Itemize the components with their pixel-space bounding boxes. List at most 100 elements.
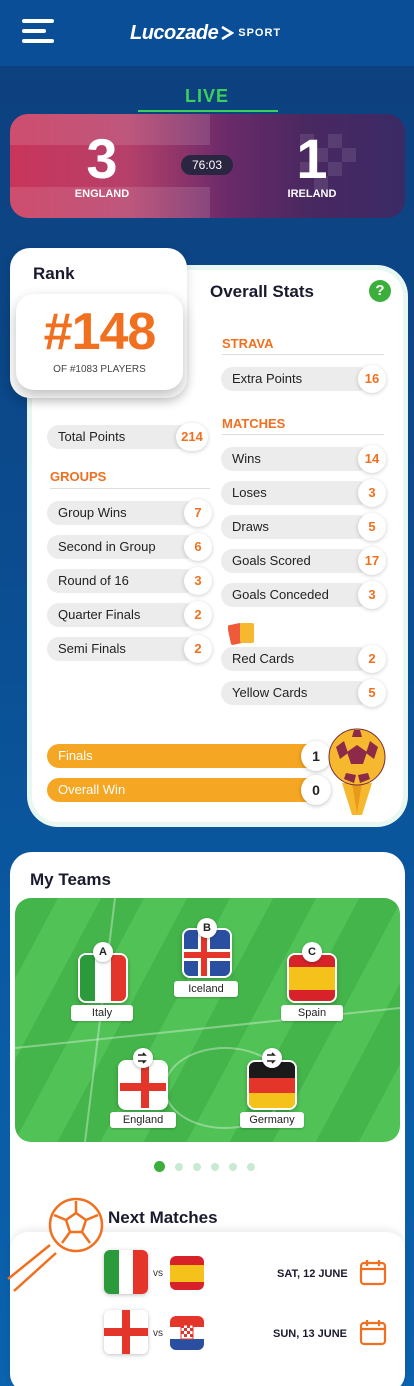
logo-sub: SPORT [238, 27, 282, 39]
kicking-ball-icon [7, 1197, 104, 1292]
stat-label: Finals [58, 748, 93, 763]
match-clock: 76:03 [181, 155, 233, 175]
stat-value: 2 [358, 645, 386, 673]
my-teams-title: My Teams [30, 870, 111, 889]
page-dot[interactable] [247, 1162, 255, 1171]
vs-label: vs [153, 1268, 163, 1279]
menu-icon[interactable] [22, 16, 54, 46]
page-dot[interactable] [175, 1162, 183, 1171]
swap-icon[interactable] [133, 1048, 153, 1068]
page-dot[interactable] [193, 1162, 201, 1171]
stat-label: Yellow Cards [232, 685, 308, 700]
stat-label: Goals Scored [232, 553, 311, 568]
total-points-value: 214 [176, 423, 208, 451]
stat-label: Wins [232, 451, 261, 466]
app-logo: Lucozade SPORT [130, 20, 281, 46]
stat-row: Goals Scored [221, 549, 371, 573]
finals-row: Finals [47, 744, 321, 768]
stat-row: Semi Finals [47, 637, 197, 661]
match-date: SUN, 13 JUNE [273, 1328, 347, 1340]
stat-label: Group Wins [58, 505, 127, 520]
away-team-name: IRELAND [287, 188, 337, 200]
stat-row: Quarter Finals [47, 603, 197, 627]
stat-label: Loses [232, 485, 267, 500]
calendar-icon[interactable] [359, 1258, 387, 1286]
total-points-row: Total Points [47, 425, 193, 449]
live-underline [138, 110, 278, 112]
stat-row: Yellow Cards [221, 681, 371, 705]
stat-row: Loses [221, 481, 371, 505]
stat-label: Draws [232, 519, 269, 534]
stat-value: 6 [184, 533, 212, 561]
match-away-flag-spain [170, 1256, 204, 1290]
stat-label: Extra Points [232, 371, 303, 386]
divider [50, 488, 210, 489]
team-label: Iceland [174, 981, 238, 997]
calendar-icon[interactable] [359, 1318, 387, 1346]
next-matches-title: Next Matches [108, 1208, 218, 1227]
group-letter-badge: A [93, 942, 113, 962]
logo-main: Lucozade [130, 21, 219, 44]
rank-title: Rank [33, 264, 75, 283]
stat-value: 14 [358, 445, 386, 473]
stat-value: 17 [358, 547, 386, 575]
team-label: Germany [240, 1112, 304, 1128]
stat-row: Goals Conceded [221, 583, 371, 607]
stat-label: Quarter Finals [58, 607, 141, 622]
overall-win-row: Overall Win [47, 778, 321, 802]
stat-value: 2 [184, 601, 212, 629]
stat-value: 3 [358, 479, 386, 507]
divider [222, 354, 384, 355]
page-dot[interactable] [211, 1162, 219, 1171]
trophy-ball-icon [328, 728, 386, 815]
stat-row: Draws [221, 515, 371, 539]
match-home-flag-italy [104, 1250, 148, 1294]
divider [222, 434, 384, 435]
live-label: LIVE [184, 86, 229, 106]
stat-value: 2 [184, 635, 212, 663]
group-letter-badge: C [302, 942, 322, 962]
stat-label: Goals Conceded [232, 587, 329, 602]
match-away-flag-croatia [170, 1316, 204, 1350]
logo-chevron-icon [221, 25, 235, 41]
cards-icon [228, 623, 254, 645]
stat-value: 16 [358, 365, 386, 393]
stat-label: Total Points [58, 429, 126, 444]
help-icon[interactable]: ? [369, 280, 391, 302]
match-date: SAT, 12 JUNE [277, 1268, 348, 1280]
stat-label: Second in Group [58, 539, 156, 554]
groups-section-label: GROUPS [50, 469, 107, 484]
swap-icon[interactable] [262, 1048, 282, 1068]
home-team-name: ENGLAND [74, 188, 130, 200]
stat-label: Round of 16 [58, 573, 129, 588]
rank-total-players: OF #1083 PLAYERS [53, 364, 146, 375]
group-letter-badge: B [197, 918, 217, 938]
away-score: 1 [296, 127, 328, 190]
matches-section-label: MATCHES [222, 416, 286, 431]
stat-label: Overall Win [58, 782, 126, 797]
rank-position: #148 [43, 303, 157, 361]
stat-row: Second in Group [47, 535, 197, 559]
home-score: 3 [86, 127, 118, 190]
strava-section-label: STRAVA [222, 336, 274, 351]
overall-stats-title: Overall Stats [210, 282, 314, 301]
stat-row: Round of 16 [47, 569, 197, 593]
vs-label: vs [153, 1328, 163, 1339]
stat-row: Group Wins [47, 501, 197, 525]
team-label: Spain [281, 1005, 343, 1021]
stat-row: Red Cards [221, 647, 371, 671]
carousel-dots[interactable] [154, 1161, 255, 1172]
stat-value: 3 [184, 567, 212, 595]
stat-label: Semi Finals [58, 641, 126, 656]
page-dot-active[interactable] [154, 1161, 165, 1172]
stat-value: 5 [358, 679, 386, 707]
stat-row: Wins [221, 447, 371, 471]
match-home-flag-england [104, 1310, 148, 1354]
stat-value: 7 [184, 499, 212, 527]
team-label: Italy [71, 1005, 133, 1021]
stat-label: Red Cards [232, 651, 295, 666]
page-dot[interactable] [229, 1162, 237, 1171]
stat-value: 5 [358, 513, 386, 541]
stat-row: Extra Points [221, 367, 371, 391]
stat-value: 3 [358, 581, 386, 609]
